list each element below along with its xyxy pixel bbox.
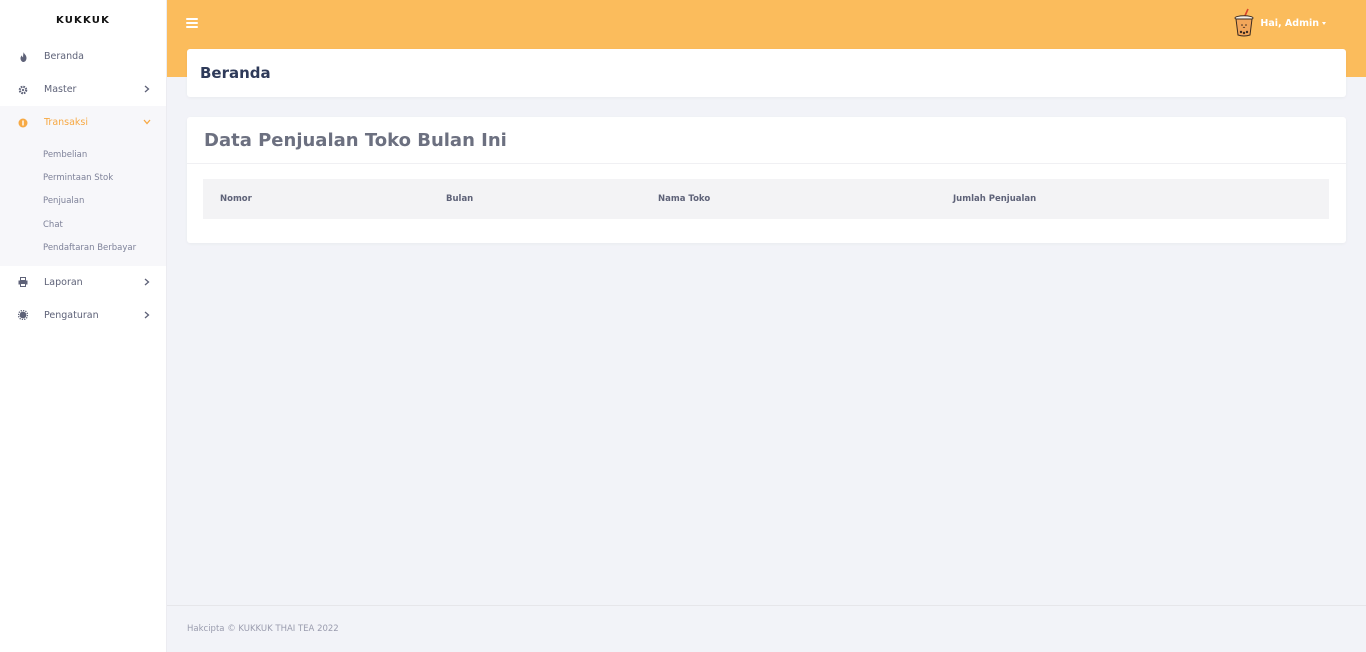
sidebar-item-label: Beranda (44, 51, 84, 62)
footer-copyright: Hakcipta © KUKKUK THAI TEA 2022 (187, 624, 339, 634)
coin-icon (18, 118, 28, 128)
submenu-item-pembelian[interactable]: Pembelian (0, 143, 166, 166)
sales-card: Data Penjualan Toko Bulan Ini Nomor Bula… (187, 117, 1346, 243)
chevron-right-icon (142, 310, 152, 320)
sidebar-item-label: Laporan (44, 276, 83, 288)
column-header-nama-toko[interactable]: Nama Toko (658, 179, 710, 219)
sidebar-item-master[interactable]: Master (0, 73, 166, 106)
user-greeting: Hai, Admin (1260, 17, 1319, 29)
sidebar-item-pengaturan[interactable]: Pengaturan (0, 299, 166, 332)
submenu-item-permintaan-stok[interactable]: Permintaan Stok (0, 166, 166, 189)
sidebar-item-transaksi[interactable]: Transaksi (0, 106, 166, 139)
printer-icon (18, 277, 28, 288)
submenu-item-chat[interactable]: Chat (0, 213, 166, 236)
sidebar-item-laporan[interactable]: Laporan (0, 266, 166, 299)
fire-icon (18, 51, 28, 62)
bubble-tea-avatar-icon (1234, 8, 1254, 37)
submenu-item-pendaftaran-berbayar[interactable]: Pendaftaran Berbayar (0, 237, 166, 260)
cog-icon (18, 310, 28, 321)
submenu-item-penjualan[interactable]: Penjualan (0, 190, 166, 213)
page-title: Beranda (187, 49, 1346, 97)
menu-toggle-icon[interactable] (186, 17, 198, 29)
column-header-jumlah-penjualan[interactable]: Jumlah Penjualan (953, 179, 1036, 219)
column-header-bulan[interactable]: Bulan (446, 179, 473, 219)
chevron-right-icon (142, 277, 152, 287)
sidebar-item-beranda[interactable]: Beranda (0, 40, 166, 73)
sidebar-item-label: Transaksi (44, 117, 89, 128)
user-menu[interactable]: Hai, Admin (1233, 8, 1326, 38)
brand-logo[interactable]: KUKKUK (0, 0, 166, 40)
column-header-nomor[interactable]: Nomor (220, 179, 252, 219)
gear-icon (18, 85, 28, 95)
caret-down-icon (1322, 21, 1326, 25)
card-title: Data Penjualan Toko Bulan Ini (187, 117, 1346, 164)
sidebar-item-label: Master (44, 84, 77, 95)
sidebar-item-label: Pengaturan (44, 309, 99, 321)
chevron-right-icon (142, 84, 152, 94)
chevron-down-icon (142, 117, 152, 127)
transaksi-submenu: Pembelian Permintaan Stok Penjualan Chat… (0, 139, 166, 266)
sales-table-header: Nomor Bulan Nama Toko Jumlah Penjualan (203, 179, 1329, 219)
footer: Hakcipta © KUKKUK THAI TEA 2022 (167, 605, 1366, 652)
sidebar: KUKKUK Beranda Master Transaksi Pembelia… (0, 0, 167, 652)
